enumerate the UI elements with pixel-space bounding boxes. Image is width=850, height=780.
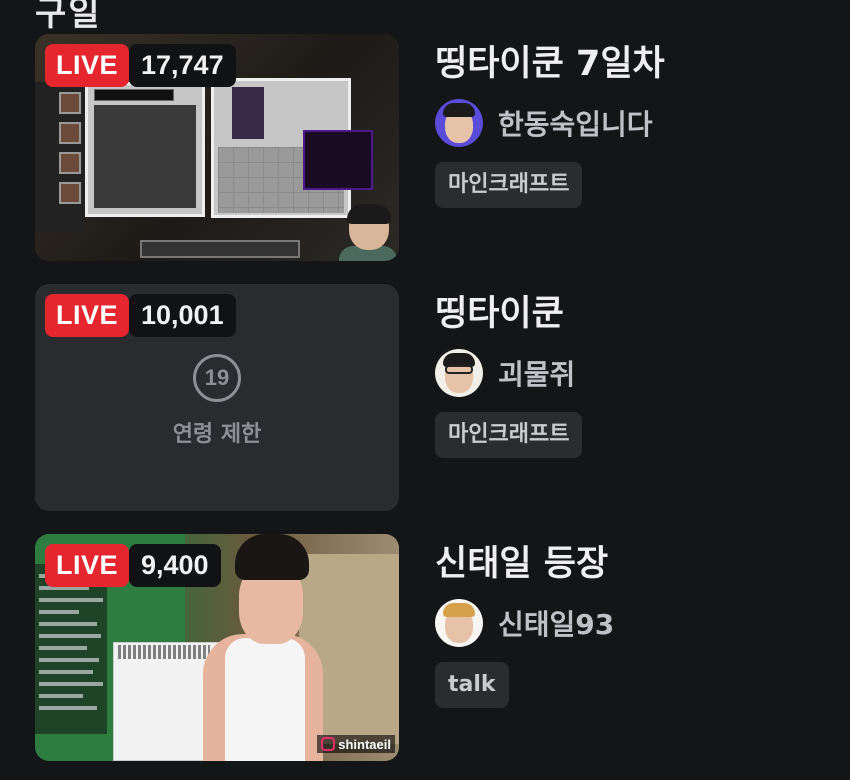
age-restriction-label: 연령 제한 bbox=[172, 422, 262, 447]
avatar[interactable] bbox=[435, 599, 483, 647]
avatar[interactable] bbox=[435, 99, 483, 147]
inventory-panel bbox=[85, 82, 205, 217]
live-stream-list: 구일 LIVE 17,747 띵타이쿤 7일차 한동숙입니다 마인크래프트 LI… bbox=[0, 0, 850, 780]
stream-thumbnail[interactable]: shintaeil LIVE 9,400 bbox=[35, 534, 399, 761]
chat-overlay bbox=[35, 564, 107, 734]
stream-title[interactable]: 띵타이쿤 bbox=[435, 284, 835, 344]
channel-name[interactable]: 신태일93 bbox=[498, 603, 614, 643]
channel-name[interactable]: 괴물쥐 bbox=[498, 353, 575, 393]
streamer-cam bbox=[331, 204, 397, 261]
watermark-handle: shintaeil bbox=[338, 736, 391, 752]
stream-thumbnail[interactable]: LIVE 10,001 19 연령 제한 bbox=[35, 284, 399, 511]
category-tag[interactable]: 마인크래프트 bbox=[435, 162, 583, 208]
category-tag[interactable]: 마인크래프트 bbox=[435, 412, 583, 458]
live-badge: LIVE bbox=[45, 544, 130, 587]
stream-card[interactable]: LIVE 10,001 19 연령 제한 띵타이쿤 괴물쥐 마인크래프트 bbox=[0, 284, 850, 514]
section-heading-partial: 구일 bbox=[35, 0, 102, 34]
viewer-count: 10,001 bbox=[129, 294, 236, 337]
channel-row[interactable]: 한동숙입니다 bbox=[435, 96, 835, 150]
channel-name[interactable]: 한동숙입니다 bbox=[498, 103, 653, 143]
stream-info: 띵타이쿤 7일차 한동숙입니다 마인크래프트 bbox=[435, 34, 835, 208]
instagram-watermark: shintaeil bbox=[317, 735, 395, 753]
hotbar bbox=[140, 240, 300, 258]
viewer-count: 9,400 bbox=[129, 544, 221, 587]
instagram-icon bbox=[321, 737, 336, 751]
live-badge: LIVE bbox=[45, 294, 130, 337]
stream-title[interactable]: 신태일 등장 bbox=[435, 534, 835, 594]
channel-row[interactable]: 신태일93 bbox=[435, 596, 835, 650]
stream-thumbnail[interactable]: LIVE 17,747 bbox=[35, 34, 399, 261]
category-tag[interactable]: talk bbox=[435, 662, 509, 708]
item-tooltip bbox=[303, 130, 373, 190]
viewer-count: 17,747 bbox=[129, 44, 236, 87]
stream-card[interactable]: LIVE 17,747 띵타이쿤 7일차 한동숙입니다 마인크래프트 bbox=[0, 34, 850, 264]
stream-info: 띵타이쿤 괴물쥐 마인크래프트 bbox=[435, 284, 835, 458]
channel-row[interactable]: 괴물쥐 bbox=[435, 346, 835, 400]
live-badge: LIVE bbox=[45, 44, 130, 87]
stream-title[interactable]: 띵타이쿤 7일차 bbox=[435, 34, 835, 94]
stream-card[interactable]: shintaeil LIVE 9,400 신태일 등장 신태일93 talk bbox=[0, 534, 850, 764]
age-19-icon: 19 bbox=[193, 354, 241, 402]
avatar[interactable] bbox=[435, 349, 483, 397]
stream-info: 신태일 등장 신태일93 talk bbox=[435, 534, 835, 708]
age-restriction: 19 연령 제한 bbox=[35, 354, 399, 448]
